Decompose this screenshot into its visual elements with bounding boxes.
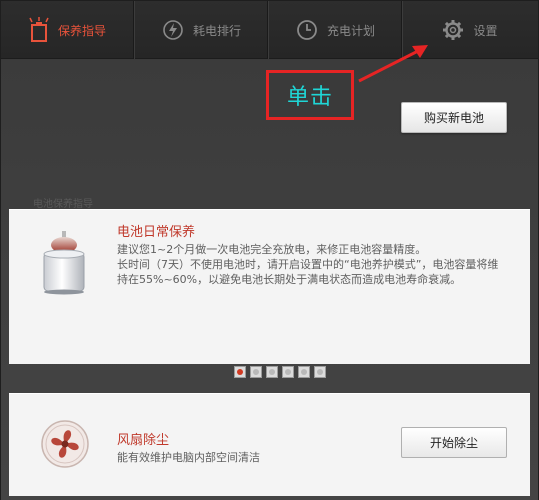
tab-maintenance-guide[interactable]: 保养指导 (1, 1, 135, 59)
pager-dot[interactable] (282, 366, 294, 378)
battery-care-card: 电池日常保养 建议您1~2个月做一次电池完全充放电，来修正电池容量精度。 长时间… (9, 209, 530, 364)
top-tab-bar: 保养指导 耗电排行 充电计划 设置 (1, 1, 538, 59)
section-label: 电池保养指导 (33, 199, 93, 210)
pager-dot[interactable] (298, 366, 310, 378)
gear-icon (442, 19, 464, 41)
tab-label: 设置 (473, 23, 498, 38)
fan-dust-title: 风扇除尘 (117, 433, 170, 448)
tab-label: 保养指导 (57, 23, 106, 38)
battery-care-line: 长时间（7天）不使用电池时，请开启设置中的“电池养护模式”，电池容量将维持在55… (117, 258, 499, 286)
start-dust-removal-button[interactable]: 开始除尘 (401, 427, 507, 458)
tab-label: 充电计划 (326, 23, 375, 38)
battery-maintenance-icon (29, 17, 49, 43)
clock-icon (296, 19, 318, 41)
carousel-pager (234, 366, 326, 378)
fan-icon (40, 419, 90, 473)
pager-dot[interactable] (314, 366, 326, 378)
fan-dust-card: 风扇除尘 能有效维护电脑内部空间清洁 开始除尘 (9, 393, 530, 496)
tab-power-ranking[interactable]: 耗电排行 (135, 1, 269, 59)
battery-care-line: 建议您1~2个月做一次电池完全充放电，来修正电池容量精度。 (117, 243, 427, 256)
click-annotation: 单击 (266, 70, 354, 120)
tab-label: 耗电排行 (192, 23, 241, 38)
power-ranking-icon (162, 19, 184, 41)
annotation-arrow (358, 45, 428, 83)
pager-dot[interactable] (250, 366, 262, 378)
buy-new-battery-button[interactable]: 购买新电池 (401, 102, 507, 133)
battery-care-icon (40, 229, 88, 299)
battery-care-title: 电池日常保养 (117, 225, 196, 240)
pager-dot[interactable] (234, 366, 246, 378)
battery-care-text: 建议您1~2个月做一次电池完全充放电，来修正电池容量精度。 长时间（7天）不使用… (117, 242, 505, 287)
pager-dot[interactable] (266, 366, 278, 378)
fan-dust-subtitle: 能有效维护电脑内部空间清洁 (117, 451, 260, 464)
